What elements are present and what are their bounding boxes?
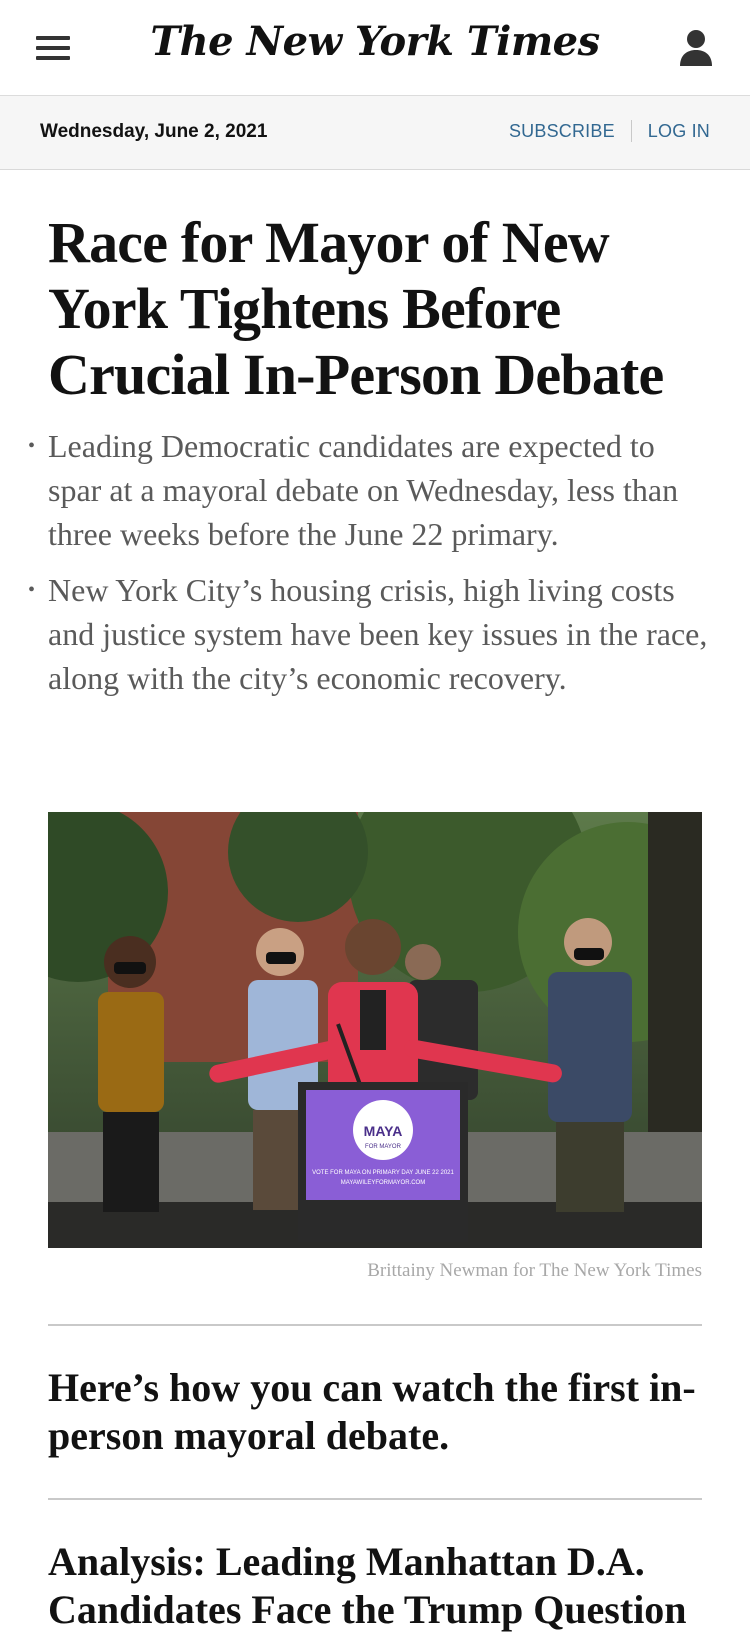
podium-sign-name: MAYA xyxy=(364,1123,403,1139)
nyt-logo[interactable]: The New York Times xyxy=(0,18,750,65)
related-story-link[interactable]: Here’s how you can watch the first in-pe… xyxy=(48,1364,708,1460)
subscribe-link[interactable]: SUBSCRIBE xyxy=(509,121,615,142)
summary-item: New York City’s housing crisis, high liv… xyxy=(28,568,713,700)
masthead: The New York Times xyxy=(0,0,750,96)
auth-links: SUBSCRIBE LOG IN xyxy=(509,120,710,142)
related-story-link[interactable]: Analysis: Leading Manhattan D.A. Candida… xyxy=(48,1538,708,1634)
article-photo[interactable]: MAYA FOR MAYOR VOTE FOR MAYA ON PRIMARY … xyxy=(48,812,702,1248)
press-conference-image: MAYA FOR MAYOR VOTE FOR MAYA ON PRIMARY … xyxy=(48,812,702,1248)
podium-sign-sub: FOR MAYOR xyxy=(365,1144,402,1150)
article-headline[interactable]: Race for Mayor of New York Tightens Befo… xyxy=(48,210,708,408)
date-bar: Wednesday, June 2, 2021 SUBSCRIBE LOG IN xyxy=(0,96,750,170)
account-icon[interactable] xyxy=(678,28,714,68)
summary-item: Leading Democratic candidates are expect… xyxy=(28,424,713,556)
podium-sign-line2: MAYAWILEYFORMAYOR.COM xyxy=(341,1180,425,1186)
divider xyxy=(48,1498,702,1500)
divider xyxy=(48,1324,702,1326)
article-summary: Leading Democratic candidates are expect… xyxy=(28,424,713,712)
podium-sign-line1: VOTE FOR MAYA ON PRIMARY DAY JUNE 22 202… xyxy=(312,1170,454,1176)
divider xyxy=(630,120,632,142)
photo-credit: Brittainy Newman for The New York Times xyxy=(367,1260,702,1281)
current-date: Wednesday, June 2, 2021 xyxy=(40,121,268,142)
login-link[interactable]: LOG IN xyxy=(648,121,710,142)
